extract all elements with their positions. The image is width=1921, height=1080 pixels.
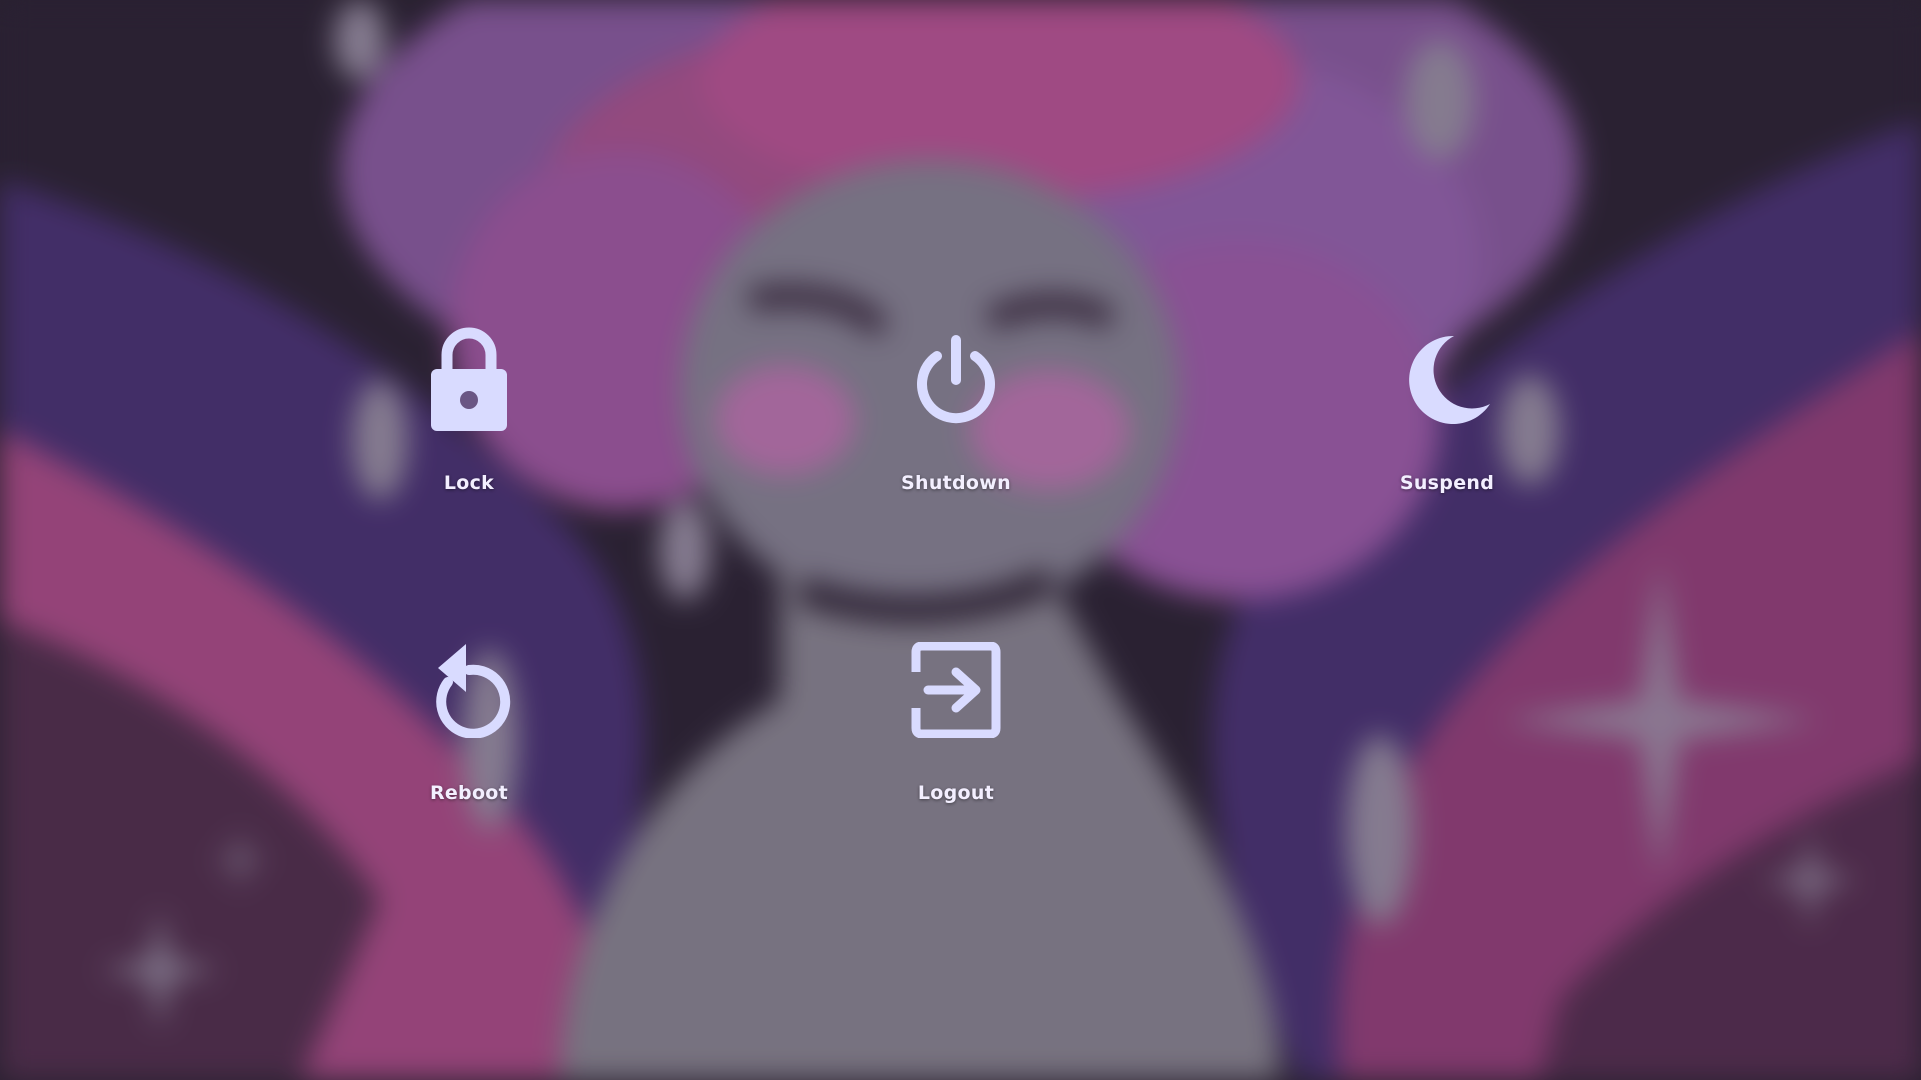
logout-button[interactable]: Logout <box>866 640 1046 840</box>
shutdown-label: Shutdown <box>901 472 1011 494</box>
suspend-label: Suspend <box>1399 472 1495 494</box>
power-icon <box>906 330 1006 430</box>
reboot-icon <box>419 640 519 740</box>
lock-label: Lock <box>443 472 495 494</box>
reboot-label: Reboot <box>429 782 509 804</box>
logout-label: Logout <box>917 782 995 804</box>
power-menu-screen: Lock Shutdown Suspend Reboot Logout <box>0 0 1921 1080</box>
moon-icon <box>1397 330 1497 430</box>
shutdown-button[interactable]: Shutdown <box>866 330 1046 530</box>
suspend-button[interactable]: Suspend <box>1357 330 1537 530</box>
dim-overlay <box>0 0 1921 1080</box>
logout-icon <box>906 640 1006 740</box>
lock-button[interactable]: Lock <box>379 327 559 530</box>
lock-icon <box>419 327 519 431</box>
reboot-button[interactable]: Reboot <box>379 640 559 840</box>
